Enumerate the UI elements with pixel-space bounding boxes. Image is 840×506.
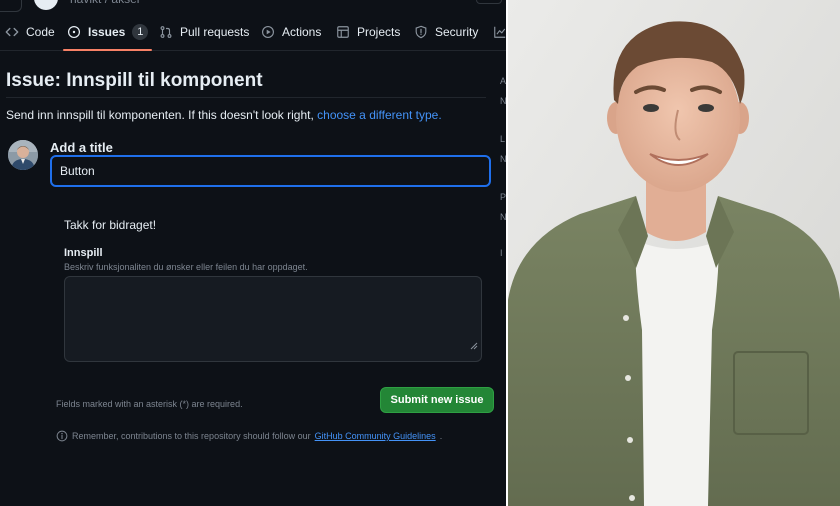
tab-code[interactable]: Code (5, 14, 55, 50)
title-divider (6, 97, 486, 98)
table-icon (337, 26, 349, 38)
sidebar-peek-letter: L (500, 134, 506, 144)
tab-issues[interactable]: Issues 1 (63, 14, 153, 51)
required-fields-note: Fields marked with an asterisk (*) are r… (56, 399, 243, 409)
breadcrumb-repo[interactable]: aksel (111, 0, 139, 6)
tab-security[interactable]: Security (414, 14, 478, 50)
portrait-photo (508, 0, 840, 506)
guidelines-text: Remember, contributions to this reposito… (72, 431, 311, 441)
resize-grip-icon[interactable] (470, 342, 478, 350)
tab-insights[interactable] (493, 14, 506, 50)
form-intro-text: Takk for bidraget! (64, 218, 157, 232)
submit-new-issue-button[interactable]: Submit new issue (380, 387, 494, 413)
git-pull-request-icon (160, 26, 172, 38)
tab-actions[interactable]: Actions (261, 14, 321, 50)
tab-pull-requests-label: Pull requests (180, 25, 250, 39)
avatar (8, 140, 38, 170)
play-icon (262, 26, 274, 38)
tab-projects-label: Projects (357, 25, 401, 39)
breadcrumb-separator: / (105, 0, 108, 6)
community-guidelines-note: Remember, contributions to this reposito… (56, 430, 442, 442)
choose-different-type-link[interactable]: choose a different type. (317, 108, 442, 122)
tab-actions-label: Actions (282, 25, 322, 39)
shield-icon (415, 25, 427, 39)
innspill-textarea[interactable] (64, 276, 482, 362)
code-icon (5, 27, 19, 37)
innspill-field-description: Beskriv funksjonaliten du ønsker eller f… (64, 262, 308, 272)
github-new-issue-panel: navikt / aksel Code Issues 1 Pull reques… (0, 0, 506, 506)
header-action-button[interactable] (476, 0, 502, 4)
repo-tabs: Code Issues 1 Pull requests Actions Proj… (0, 14, 506, 51)
tab-issues-label: Issues (88, 25, 126, 39)
sidebar-peek-letter: I (500, 248, 503, 258)
guidelines-suffix: . (439, 431, 443, 441)
issue-title-input[interactable] (50, 155, 491, 187)
portrait-photo-image (508, 0, 840, 506)
innspill-field-label: Innspill (64, 247, 103, 259)
graph-icon (494, 26, 506, 38)
github-logo-icon[interactable] (34, 0, 58, 10)
tab-pull-requests[interactable]: Pull requests (159, 14, 249, 50)
breadcrumb: navikt / aksel (70, 0, 139, 6)
page-title: Issue: Innspill til komponent (6, 70, 263, 91)
issues-counter: 1 (132, 24, 149, 40)
user-avatar-icon (8, 140, 38, 170)
breadcrumb-owner[interactable]: navikt (70, 0, 101, 6)
tab-security-label: Security (435, 25, 479, 39)
global-header: navikt / aksel (0, 0, 506, 12)
issue-type-note: Send inn innspill til komponenten. If th… (6, 108, 442, 122)
issue-type-note-text: Send inn innspill til komponenten. If th… (6, 108, 314, 122)
tab-projects[interactable]: Projects (336, 14, 400, 50)
add-title-label: Add a title (50, 140, 113, 155)
issue-opened-icon (67, 25, 81, 39)
community-guidelines-link[interactable]: GitHub Community Guidelines (315, 431, 436, 441)
tab-code-label: Code (26, 25, 55, 39)
menu-button[interactable] (0, 0, 22, 12)
info-icon (56, 430, 68, 442)
active-tab-underline (63, 49, 153, 51)
